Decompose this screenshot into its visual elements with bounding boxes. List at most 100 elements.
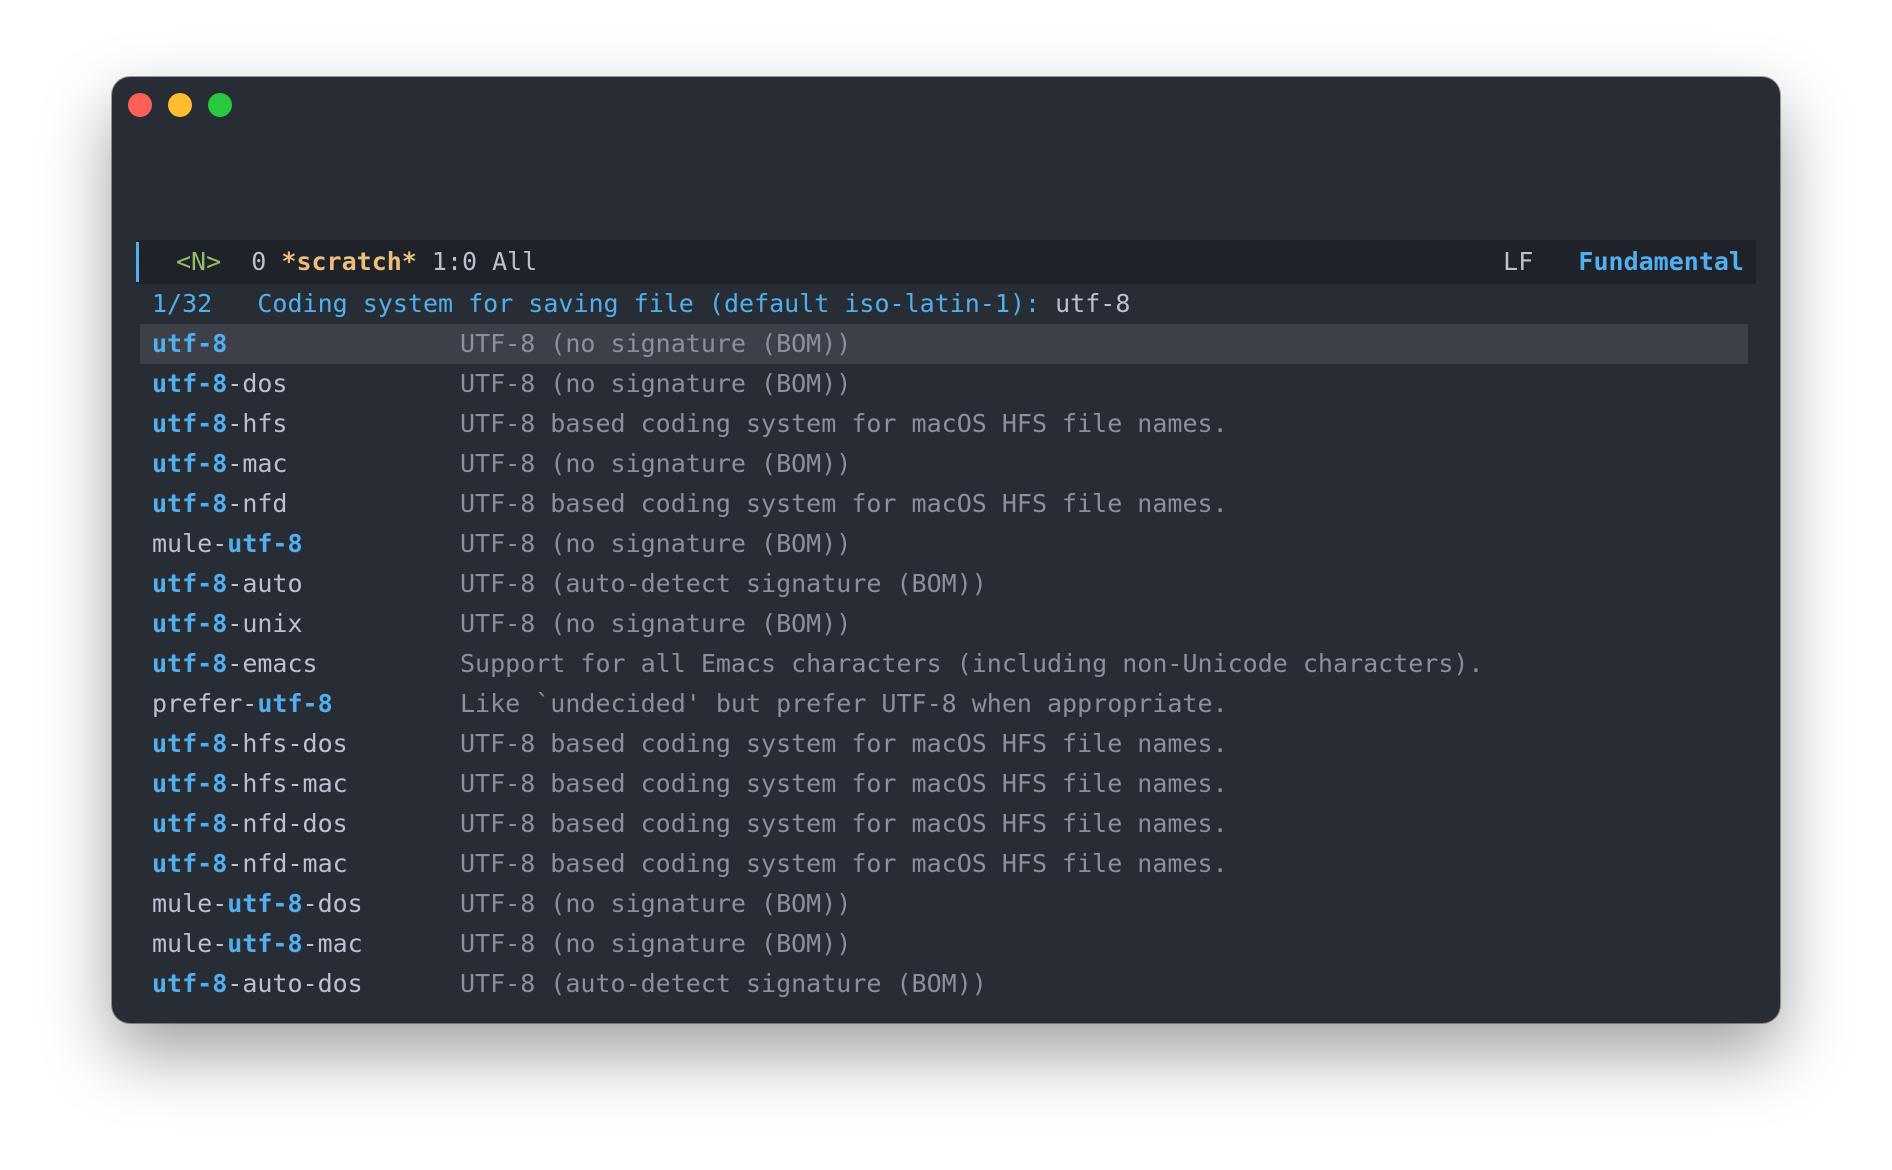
- active-window-indicator: [136, 242, 139, 282]
- candidate-prefix: mule-: [152, 529, 228, 558]
- candidate-description: Support for all Emacs characters (includ…: [460, 649, 1484, 678]
- candidate-description: UTF-8 (auto-detect signature (BOM)): [460, 569, 987, 598]
- candidate-name: mule-utf-8-mac: [152, 924, 363, 964]
- candidate-match: utf-8: [152, 849, 228, 878]
- minibuffer-input[interactable]: utf-8: [1055, 289, 1130, 318]
- candidate-suffix: -hfs-mac: [227, 769, 348, 798]
- candidate-prefix: mule-: [152, 929, 228, 958]
- prompt-text: Coding system for saving file (default i…: [257, 289, 1041, 318]
- candidate-match: utf-8: [152, 369, 228, 398]
- candidate-name: utf-8-emacs: [152, 644, 318, 684]
- evil-state-indicator: <N>: [176, 247, 222, 276]
- candidate-description: UTF-8 based coding system for macOS HFS …: [460, 769, 1228, 798]
- completion-candidate[interactable]: utf-8-nfd-mac UTF-8 based coding system f…: [140, 844, 1748, 884]
- candidate-match: utf-8: [152, 649, 228, 678]
- completion-candidate[interactable]: utf-8-mac UTF-8 (no signature (BOM)): [140, 444, 1748, 484]
- candidate-name: utf-8-nfd-mac: [152, 844, 348, 884]
- eol-indicator[interactable]: LF: [1503, 247, 1533, 276]
- candidate-suffix: -dos: [227, 369, 288, 398]
- candidate-suffix: -nfd: [227, 489, 288, 518]
- candidate-suffix: -mac: [227, 449, 288, 478]
- completion-list: utf-8 UTF-8 (no signature (BOM)) utf-8-dos…: [140, 324, 1748, 1004]
- candidate-match: utf-8: [152, 409, 228, 438]
- completion-candidate[interactable]: utf-8-dos UTF-8 (no signature (BOM)): [140, 364, 1748, 404]
- completion-candidate[interactable]: utf-8-hfs-mac UTF-8 based coding system f…: [140, 764, 1748, 804]
- candidate-match: utf-8: [152, 329, 228, 358]
- candidate-description: UTF-8 based coding system for macOS HFS …: [460, 849, 1228, 878]
- candidate-match: utf-8: [152, 769, 228, 798]
- major-mode[interactable]: Fundamental: [1578, 247, 1744, 276]
- completion-candidate[interactable]: utf-8-hfs UTF-8 based coding system for m…: [140, 404, 1748, 444]
- zoom-window-button[interactable]: [208, 93, 232, 117]
- candidate-suffix: -unix: [227, 609, 303, 638]
- completion-candidate[interactable]: mule-utf-8 UTF-8 (no signature (BOM)): [140, 524, 1748, 564]
- completion-candidate[interactable]: mule-utf-8-mac UTF-8 (no signature (BOM)): [140, 924, 1748, 964]
- mode-line-left: <N> 0 *scratch* 1:0 All: [176, 240, 537, 284]
- minimize-window-button[interactable]: [168, 93, 192, 117]
- candidate-suffix: -mac: [302, 929, 363, 958]
- candidate-name: utf-8-unix: [152, 604, 303, 644]
- candidate-description: UTF-8 based coding system for macOS HFS …: [460, 489, 1228, 518]
- candidate-name: utf-8-mac: [152, 444, 287, 484]
- candidate-name: mule-utf-8: [152, 524, 303, 564]
- candidate-match: utf-8: [152, 729, 228, 758]
- candidate-description: UTF-8 (no signature (BOM)): [460, 529, 852, 558]
- candidate-name: utf-8: [152, 324, 227, 364]
- candidate-match: utf-8: [227, 889, 303, 918]
- candidate-name: utf-8-auto-dos: [152, 964, 363, 1004]
- completion-candidate[interactable]: utf-8-nfd-dos UTF-8 based coding system f…: [140, 804, 1748, 844]
- completion-candidate[interactable]: utf-8-unix UTF-8 (no signature (BOM)): [140, 604, 1748, 644]
- candidate-match: utf-8: [152, 489, 228, 518]
- candidate-suffix: -nfd-dos: [227, 809, 348, 838]
- candidate-match: utf-8: [152, 569, 228, 598]
- cursor-position: 1:0 All: [431, 247, 538, 276]
- mode-line-right: LF Fundamental: [1503, 240, 1744, 284]
- candidate-name: utf-8-auto: [152, 564, 303, 604]
- candidate-name: utf-8-hfs-dos: [152, 724, 348, 764]
- candidate-count: 1/32: [152, 289, 213, 318]
- completion-candidate[interactable]: utf-8-emacs Support for all Emacs charact…: [140, 644, 1748, 684]
- candidate-description: UTF-8 (auto-detect signature (BOM)): [460, 969, 987, 998]
- modified-indicator: 0: [251, 247, 267, 276]
- candidate-match: utf-8: [152, 809, 228, 838]
- candidate-name: utf-8-nfd: [152, 484, 287, 524]
- candidate-description: UTF-8 (no signature (BOM)): [460, 609, 852, 638]
- candidate-description: UTF-8 (no signature (BOM)): [460, 329, 852, 358]
- candidate-name: prefer-utf-8: [152, 684, 333, 724]
- candidate-description: UTF-8 (no signature (BOM)): [460, 929, 852, 958]
- candidate-name: utf-8-nfd-dos: [152, 804, 348, 844]
- completion-candidate[interactable]: prefer-utf-8 Like `undecided' but prefer …: [140, 684, 1748, 724]
- completion-candidate[interactable]: utf-8-auto UTF-8 (auto-detect signature (…: [140, 564, 1748, 604]
- completion-candidate[interactable]: utf-8-nfd UTF-8 based coding system for m…: [140, 484, 1748, 524]
- candidate-name: utf-8-dos: [152, 364, 287, 404]
- candidate-match: utf-8: [152, 969, 228, 998]
- candidate-name: utf-8-hfs: [152, 404, 287, 444]
- candidate-suffix: -auto-dos: [227, 969, 363, 998]
- candidate-name: mule-utf-8-dos: [152, 884, 363, 924]
- candidate-description: Like `undecided' but prefer UTF-8 when a…: [460, 689, 1228, 718]
- candidate-prefix: mule-: [152, 889, 228, 918]
- mode-line: <N> 0 *scratch* 1:0 All LF Fundamental: [136, 240, 1756, 284]
- candidate-suffix: -hfs-dos: [227, 729, 348, 758]
- completion-candidate[interactable]: utf-8-hfs-dos UTF-8 based coding system f…: [140, 724, 1748, 764]
- completion-candidate-selected[interactable]: utf-8 UTF-8 (no signature (BOM)): [140, 324, 1748, 364]
- candidate-suffix: -dos: [302, 889, 363, 918]
- buffer-name[interactable]: *scratch*: [281, 247, 416, 276]
- candidate-description: UTF-8 (no signature (BOM)): [460, 369, 852, 398]
- emacs-window: <N> 0 *scratch* 1:0 All LF Fundamental 1…: [112, 77, 1780, 1023]
- candidate-description: UTF-8 (no signature (BOM)): [460, 449, 852, 478]
- candidate-match: utf-8: [227, 929, 303, 958]
- completion-candidate[interactable]: mule-utf-8-dos UTF-8 (no signature (BOM)): [140, 884, 1748, 924]
- candidate-suffix: -auto: [227, 569, 303, 598]
- candidate-prefix: prefer-: [152, 689, 258, 718]
- completion-candidate[interactable]: utf-8-auto-dos UTF-8 (auto-detect signatu…: [140, 964, 1748, 1004]
- candidate-description: UTF-8 based coding system for macOS HFS …: [460, 409, 1228, 438]
- minibuffer-prompt[interactable]: 1/32 Coding system for saving file (defa…: [152, 284, 1130, 324]
- candidate-match: utf-8: [227, 529, 303, 558]
- candidate-description: UTF-8 based coding system for macOS HFS …: [460, 729, 1228, 758]
- close-window-button[interactable]: [128, 93, 152, 117]
- candidate-name: utf-8-hfs-mac: [152, 764, 348, 804]
- candidate-match: utf-8: [152, 449, 228, 478]
- candidate-suffix: -hfs: [227, 409, 288, 438]
- candidate-match: utf-8: [152, 609, 228, 638]
